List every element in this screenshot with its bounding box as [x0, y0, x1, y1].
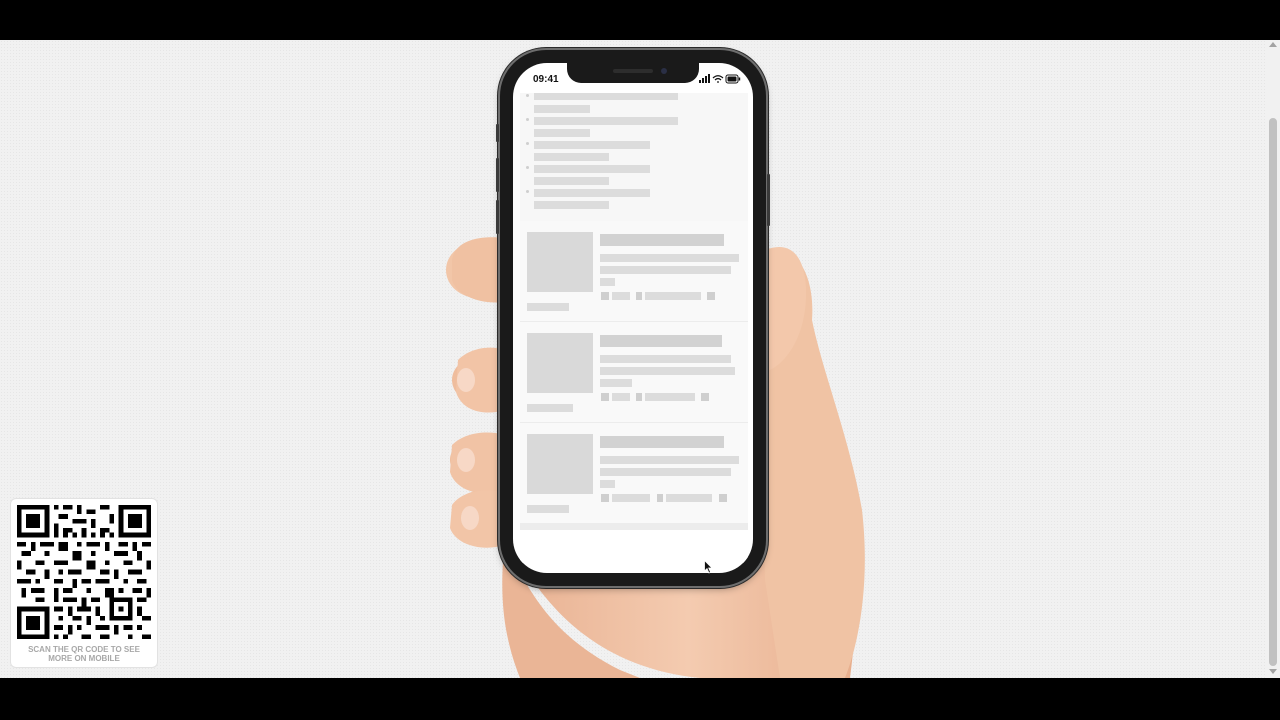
skeleton-line — [534, 117, 678, 125]
skeleton-line — [534, 165, 650, 173]
skeleton-line — [600, 355, 731, 363]
battery-icon — [725, 74, 741, 84]
thumbnail-placeholder — [527, 232, 593, 292]
skeleton-line — [527, 505, 569, 513]
skeleton-line — [534, 153, 609, 161]
skeleton-title — [600, 234, 724, 246]
skeleton-line — [666, 494, 712, 502]
copy-icon — [719, 494, 727, 502]
skeleton-line — [612, 292, 630, 300]
mouse-cursor-icon — [704, 560, 713, 574]
status-icons — [699, 74, 741, 84]
skeleton-line — [600, 379, 632, 387]
skeleton-line — [600, 468, 731, 476]
list-bullet — [526, 190, 529, 193]
list-bullet — [526, 142, 529, 145]
volume-down-button — [496, 200, 499, 234]
skeleton-line — [600, 456, 739, 464]
qr-code-card: SCAN THE QR CODE TO SEE MORE ON MOBILE — [10, 498, 158, 668]
letterbox-top — [0, 0, 1280, 40]
thumbnail-placeholder — [527, 333, 593, 393]
skeleton-line — [645, 292, 701, 300]
list-bullet — [526, 94, 529, 97]
skeleton-line — [600, 367, 735, 375]
smartphone-mockup: 09:41 — [496, 50, 770, 586]
list-bullet — [526, 166, 529, 169]
mute-switch — [496, 124, 499, 142]
person-icon — [601, 292, 609, 300]
bottom-area — [520, 530, 748, 563]
scroll-up-arrow-icon[interactable] — [1269, 42, 1277, 47]
skeleton-line — [645, 393, 695, 401]
skeleton-title — [600, 335, 722, 347]
list-item[interactable] — [520, 221, 748, 322]
skeleton-line — [612, 494, 650, 502]
skeleton-line — [527, 303, 569, 311]
list-item[interactable] — [520, 423, 748, 524]
skeleton-line — [534, 201, 609, 209]
skeleton-line — [534, 105, 590, 113]
volume-up-button — [496, 158, 499, 192]
copy-icon — [707, 292, 715, 300]
skeleton-line — [600, 266, 731, 274]
skeleton-line — [600, 254, 739, 262]
qr-code — [17, 505, 151, 639]
scroll-down-arrow-icon[interactable] — [1269, 669, 1277, 674]
list-item[interactable] — [520, 322, 748, 423]
list-bullet — [526, 118, 529, 121]
skeleton-line — [534, 93, 678, 100]
app-content-loading[interactable] — [520, 93, 748, 563]
skeleton-line — [600, 278, 615, 286]
signal-icon — [699, 74, 710, 83]
front-camera — [661, 68, 667, 74]
skeleton-line — [612, 393, 630, 401]
skeleton-title — [600, 436, 724, 448]
page-canvas: 09:41 SCAN THE QR CODE TO SEE MORE ON MO… — [0, 40, 1266, 678]
copy-icon — [701, 393, 709, 401]
status-time: 09:41 — [533, 74, 559, 85]
speaker-grille — [613, 69, 653, 73]
skeleton-line — [534, 177, 609, 185]
footer-divider — [520, 523, 748, 530]
tag-icon — [636, 393, 642, 401]
skeleton-line — [527, 404, 573, 412]
person-icon — [601, 494, 609, 502]
thumbnail-placeholder — [527, 434, 593, 494]
tag-icon — [657, 494, 663, 502]
phone-screen[interactable]: 09:41 — [513, 63, 753, 573]
notch — [567, 63, 699, 83]
skeleton-line — [534, 189, 650, 197]
skeleton-line — [534, 129, 590, 137]
scrollbar-thumb[interactable] — [1269, 118, 1277, 666]
tag-icon — [636, 292, 642, 300]
qr-caption: SCAN THE QR CODE TO SEE MORE ON MOBILE — [28, 645, 140, 663]
power-button — [767, 174, 770, 226]
letterbox-bottom — [0, 678, 1280, 720]
skeleton-line — [534, 141, 650, 149]
wifi-icon — [712, 75, 724, 83]
page-scrollbar[interactable] — [1266, 40, 1280, 678]
skeleton-line — [600, 480, 615, 488]
person-icon — [601, 393, 609, 401]
